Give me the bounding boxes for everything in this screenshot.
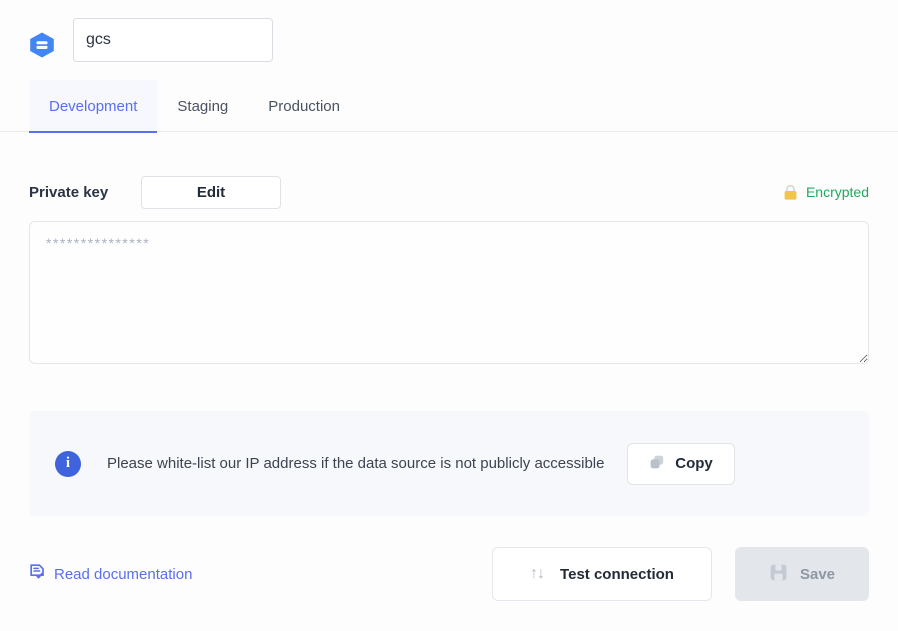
test-connection-label: Test connection	[560, 566, 674, 583]
read-documentation-label: Read documentation	[54, 566, 192, 583]
private-key-textarea[interactable]	[29, 221, 869, 364]
info-circle-icon: i	[55, 451, 81, 477]
datasource-header	[0, 0, 898, 80]
form-footer: Read documentation ↑↓ Test connection Sa…	[29, 547, 869, 601]
encrypted-badge: Encrypted	[783, 184, 869, 201]
floppy-disk-icon	[769, 563, 788, 586]
gcs-hexagon-icon	[28, 31, 56, 59]
datasource-name-input[interactable]	[73, 18, 273, 62]
tab-staging[interactable]: Staging	[157, 80, 248, 132]
copy-icon	[649, 454, 665, 474]
test-connection-button[interactable]: ↑↓ Test connection	[492, 547, 712, 601]
private-key-label: Private key	[29, 184, 141, 201]
environment-tabs: Development Staging Production	[0, 80, 898, 132]
edit-button[interactable]: Edit	[141, 176, 281, 209]
ip-whitelist-message: Please white-list our IP address if the …	[107, 451, 627, 476]
transfer-arrows-icon: ↑↓	[530, 565, 544, 583]
encrypted-label: Encrypted	[806, 184, 869, 200]
document-check-icon	[29, 563, 46, 585]
save-button[interactable]: Save	[735, 547, 869, 601]
ip-whitelist-banner: i Please white-list our IP address if th…	[29, 411, 869, 516]
save-button-label: Save	[800, 566, 835, 583]
read-documentation-link[interactable]: Read documentation	[29, 563, 192, 585]
copy-button-label: Copy	[675, 455, 713, 472]
private-key-field-header: Private key Edit Encrypted	[29, 175, 869, 209]
tab-development[interactable]: Development	[29, 80, 157, 132]
tab-production[interactable]: Production	[248, 80, 360, 132]
padlock-icon	[783, 184, 798, 201]
form-body: Private key Edit Encrypted i Please whit…	[0, 175, 898, 601]
copy-ip-button[interactable]: Copy	[627, 443, 735, 485]
